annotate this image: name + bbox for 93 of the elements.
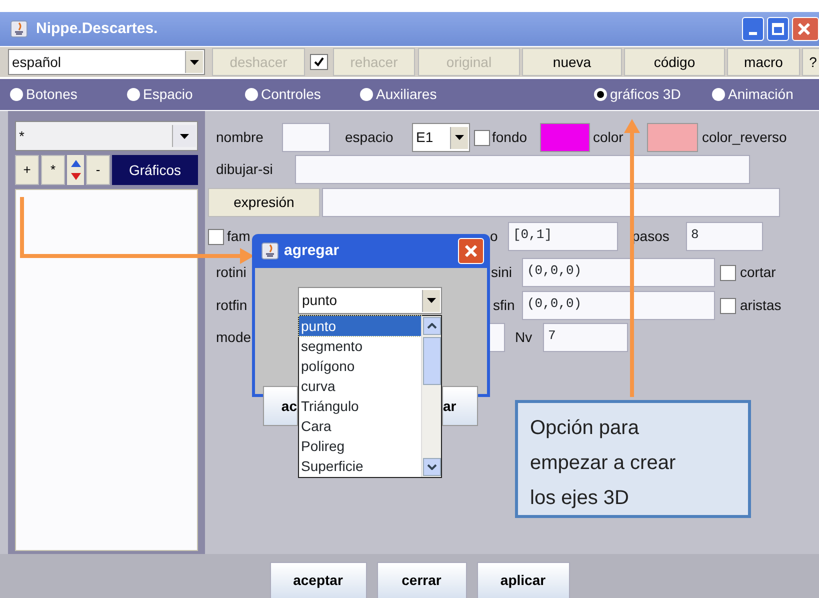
field-label: rotini — [216, 263, 248, 282]
tab-label[interactable]: Auxiliares — [376, 84, 437, 105]
input-field[interactable]: (0,0,0) — [522, 258, 715, 287]
minimize-icon — [749, 32, 757, 35]
tab-label[interactable]: Espacio — [143, 84, 193, 105]
caret-icon — [190, 60, 199, 64]
tab-label[interactable]: Animación — [728, 84, 794, 105]
checkbox[interactable] — [720, 298, 736, 314]
dropdown[interactable]: punto — [298, 287, 442, 314]
sidebar-button[interactable]: - — [86, 155, 110, 185]
list-option[interactable]: punto — [299, 316, 421, 336]
checkbox[interactable] — [208, 228, 224, 244]
up-down-icon[interactable] — [67, 155, 84, 185]
close-icon — [464, 244, 478, 258]
caret-icon — [180, 134, 189, 138]
field-label: mode — [216, 328, 252, 347]
radio-button[interactable] — [245, 88, 258, 101]
tab-label[interactable]: Botones — [26, 84, 78, 105]
field-label: fam — [227, 227, 252, 246]
sidebar-button[interactable]: + — [15, 155, 39, 185]
field-label: fondo — [492, 128, 528, 147]
field-label: cortar — [740, 263, 777, 282]
dialog-button[interactable]: ar — [442, 386, 478, 426]
dialog-button[interactable]: cerrar — [376, 562, 466, 598]
tab-label[interactable]: Controles — [261, 84, 321, 105]
language-dropdown[interactable]: español — [8, 49, 205, 75]
window-title: Nippe.Descartes. — [36, 18, 158, 39]
field-label: o — [490, 227, 499, 246]
toolbar-button[interactable]: nueva — [522, 48, 622, 76]
color-swatch[interactable] — [647, 123, 698, 152]
list-option[interactable]: segmento — [299, 336, 421, 356]
list-option[interactable]: Superficie — [299, 456, 421, 476]
close-button[interactable] — [458, 238, 484, 264]
panel-title: Gráficos — [112, 155, 198, 185]
callout-text: Opción para empezar a crear los ejes 3D — [530, 416, 677, 511]
filter-dropdown[interactable]: * — [15, 121, 198, 151]
toolbar-button[interactable]: código — [624, 48, 725, 76]
field-label: color — [593, 128, 624, 147]
color-swatch[interactable] — [540, 123, 590, 152]
list-option[interactable]: polígono — [299, 356, 421, 376]
close-icon — [797, 22, 811, 36]
field-label: nombre — [216, 128, 264, 147]
check-icon — [313, 56, 325, 68]
caret-icon — [455, 135, 464, 140]
close-button[interactable] — [792, 17, 819, 41]
checkbox[interactable] — [310, 54, 328, 70]
toolbar-button[interactable]: macro — [727, 48, 800, 76]
maximize-button[interactable] — [767, 17, 789, 41]
chevron-up-icon — [427, 323, 437, 329]
field-label: color_reverso — [702, 128, 788, 147]
tab-label[interactable]: gráficos 3D — [610, 84, 681, 105]
expression-button[interactable]: expresión — [208, 188, 320, 217]
dialog-button[interactable]: aceptar — [270, 562, 366, 598]
input-field[interactable]: [0,1] — [508, 222, 618, 251]
dialog-title: agregar — [284, 240, 340, 261]
field-label: sini — [491, 263, 514, 282]
list-option[interactable]: curva — [299, 376, 421, 396]
sidebar-button[interactable]: * — [41, 155, 65, 185]
input-field[interactable]: (0,0,0) — [522, 291, 715, 320]
scrollbar-thumb[interactable] — [423, 337, 441, 385]
dropdown[interactable]: E1 — [412, 123, 470, 152]
app-icon — [10, 20, 28, 38]
scroll-up-button[interactable] — [423, 317, 441, 335]
field-label: rotfin — [216, 296, 248, 315]
radio-button[interactable] — [712, 88, 725, 101]
radio-button[interactable] — [594, 88, 607, 101]
field-label: Nv — [515, 328, 534, 347]
checkbox[interactable] — [720, 264, 736, 280]
caret-icon — [427, 298, 436, 303]
input-field[interactable] — [282, 123, 330, 152]
field-label: aristas — [740, 296, 782, 315]
list-option[interactable]: Polireg — [299, 436, 421, 456]
field-label: dibujar-si — [216, 160, 274, 179]
scroll-down-button[interactable] — [423, 458, 441, 476]
chevron-down-icon — [427, 464, 437, 470]
input-field[interactable]: 7 — [543, 323, 628, 352]
checkbox[interactable] — [474, 130, 490, 146]
field-label: sfin — [493, 296, 516, 315]
list-option[interactable]: Triángulo — [299, 396, 421, 416]
input-field[interactable] — [322, 188, 780, 217]
dialog-button[interactable]: aplicar — [476, 562, 570, 598]
radio-button[interactable] — [360, 88, 373, 101]
app-icon — [261, 242, 279, 260]
toolbar-button[interactable]: ? — [802, 48, 819, 76]
minimize-button[interactable] — [742, 17, 764, 41]
radio-button[interactable] — [127, 88, 140, 101]
input-field[interactable] — [295, 155, 750, 184]
dialog-button[interactable]: ac — [263, 386, 298, 426]
field-label: espacio — [345, 128, 394, 147]
list-option[interactable]: Cara — [299, 416, 421, 436]
maximize-icon — [772, 23, 784, 35]
radio-button[interactable] — [10, 88, 23, 101]
input-field[interactable]: 8 — [686, 222, 763, 251]
